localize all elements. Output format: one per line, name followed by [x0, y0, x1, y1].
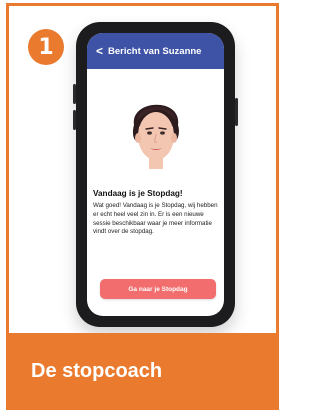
phone-screen: < Bericht van Suzanne Vandaag is je Stop… [87, 33, 224, 316]
feature-card: 1 < Bericht van Suzanne Vandaag is je St… [6, 3, 279, 410]
volume-button [73, 84, 76, 104]
go-to-stopdag-button[interactable]: Ga naar je Stopdag [100, 279, 216, 299]
header-title: Bericht van Suzanne [108, 45, 202, 57]
app-header: < Bericht van Suzanne [87, 33, 224, 69]
banner-title: De stopcoach [31, 360, 163, 382]
back-arrow-icon[interactable]: < [96, 44, 103, 58]
power-button [235, 98, 238, 126]
caption-banner: De stopcoach [9, 333, 276, 410]
volume-button [73, 110, 76, 130]
step-number-badge: 1 [28, 29, 64, 65]
message-body: Wat goed! Vandaag is je Stopdag, wij heb… [93, 202, 218, 236]
message-title: Vandaag is je Stopdag! [93, 189, 183, 198]
coach-avatar [132, 104, 179, 169]
